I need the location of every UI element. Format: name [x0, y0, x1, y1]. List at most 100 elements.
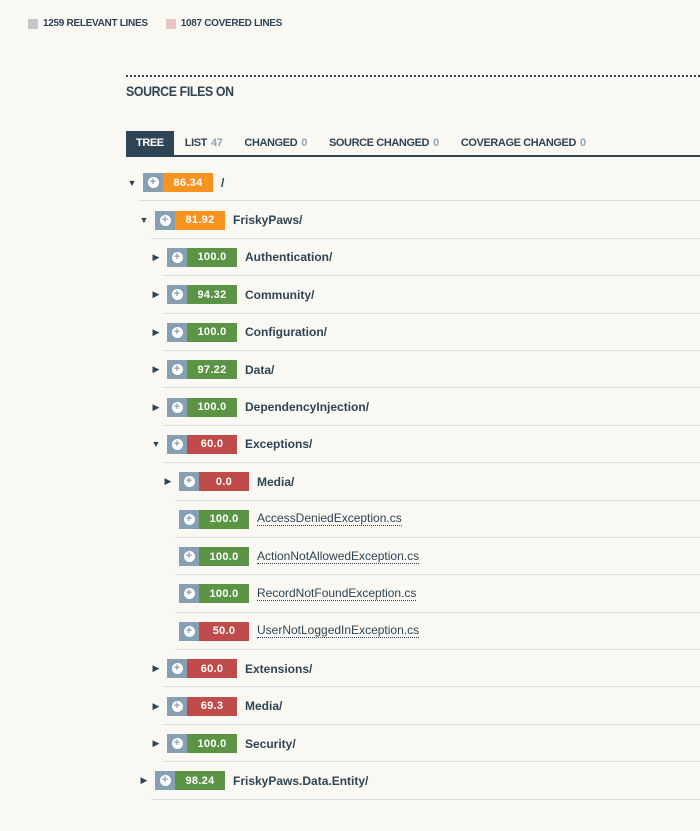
- tab-changed[interactable]: CHANGED 0: [233, 131, 318, 155]
- coverage-percent: 86.34: [163, 173, 213, 193]
- tree-folder-row: ▶ +98.24 FriskyPaws.Data.Entity/: [0, 762, 700, 800]
- coverage-percent: 94.32: [187, 285, 237, 305]
- folder-name[interactable]: Media/: [245, 699, 282, 713]
- coverage-percent: 50.0: [199, 621, 249, 641]
- coverage-badge: +50.0: [179, 621, 249, 641]
- caret-right-icon[interactable]: ▶: [151, 289, 161, 300]
- caret-right-icon[interactable]: ▶: [151, 364, 161, 375]
- view-tabs: TREE LIST 47 CHANGED 0 SOURCE CHANGED 0 …: [126, 131, 700, 157]
- tab-tree[interactable]: TREE: [126, 131, 174, 155]
- coverage-badge: +100.0: [167, 734, 237, 754]
- folder-name[interactable]: Media/: [257, 475, 294, 489]
- tab-source-changed[interactable]: SOURCE CHANGED 0: [318, 131, 450, 155]
- coverage-percent: 0.0: [199, 472, 249, 492]
- folder-name[interactable]: FriskyPaws/: [233, 213, 302, 227]
- file-link[interactable]: ActionNotAllowedException.cs: [257, 549, 420, 564]
- expand-button[interactable]: +: [167, 322, 187, 342]
- tree-folder-row: ▶ +0.0 Media/: [0, 463, 700, 501]
- expand-button[interactable]: +: [179, 547, 199, 567]
- file-link[interactable]: RecordNotFoundException.cs: [257, 586, 417, 601]
- tab-count: 0: [301, 137, 307, 149]
- tree-folder-row: ▶ +100.0 Configuration/: [0, 314, 700, 351]
- caret-right-icon[interactable]: ▶: [151, 252, 161, 263]
- coverage-badge: +100.0: [179, 509, 249, 529]
- source-tree: ▼ +86.34 / ▼ +81.92 FriskyPaws/ ▶ +100.0 Authent…: [0, 164, 700, 800]
- folder-name[interactable]: Extensions/: [245, 662, 312, 676]
- folder-name[interactable]: Security/: [245, 737, 296, 751]
- file-link[interactable]: UserNotLoggedInException.cs: [257, 624, 420, 639]
- tab-label: LIST: [184, 137, 208, 149]
- caret-down-icon[interactable]: ▼: [151, 439, 161, 449]
- plus-circle-icon: +: [159, 775, 171, 787]
- coverage-badge: +100.0: [167, 322, 237, 342]
- expand-button[interactable]: +: [167, 285, 187, 305]
- folder-name[interactable]: DependencyInjection/: [245, 400, 369, 414]
- coverage-percent: 81.92: [175, 210, 225, 230]
- tree-folder-row: ▶ +69.3 Media/: [0, 687, 700, 725]
- file-link[interactable]: AccessDeniedException.cs: [257, 512, 402, 527]
- folder-name[interactable]: Community/: [245, 288, 314, 302]
- legend-relevant-lines: 1259 RELEVANT LINES: [28, 18, 148, 29]
- caret-right-icon[interactable]: ▶: [151, 327, 161, 338]
- expand-button[interactable]: +: [167, 659, 187, 679]
- expand-button[interactable]: +: [167, 434, 187, 454]
- legend-swatch-relevant: [28, 18, 38, 29]
- coverage-percent: 100.0: [187, 322, 237, 342]
- folder-name[interactable]: Configuration/: [245, 325, 327, 339]
- tab-count: 47: [210, 137, 223, 149]
- expand-button[interactable]: +: [179, 584, 199, 604]
- tree-folder-row: ▶ +94.32 Community/: [0, 276, 700, 314]
- tab-coverage-changed[interactable]: COVERAGE CHANGED 0: [450, 131, 597, 155]
- expand-button[interactable]: +: [155, 210, 175, 230]
- folder-name[interactable]: Exceptions/: [245, 437, 312, 451]
- section-title: SOURCE FILES ON: [126, 83, 234, 99]
- plus-circle-icon: +: [147, 177, 159, 189]
- expand-button[interactable]: +: [167, 360, 187, 380]
- plus-circle-icon: +: [171, 700, 183, 712]
- folder-name[interactable]: Data/: [245, 363, 274, 377]
- coverage-percent: 100.0: [187, 247, 237, 267]
- plus-circle-icon: +: [171, 364, 183, 376]
- tree-folder-row: ▶ +100.0 DependencyInjection/: [0, 388, 700, 426]
- expand-button[interactable]: +: [167, 247, 187, 267]
- expand-button[interactable]: +: [167, 696, 187, 716]
- tree-folder-row: ▶ +60.0 Extensions/: [0, 650, 700, 688]
- caret-right-icon[interactable]: ▶: [151, 402, 161, 413]
- caret-right-icon[interactable]: ▶: [151, 663, 161, 674]
- coverage-percent: 60.0: [187, 659, 237, 679]
- caret-right-icon[interactable]: ▶: [151, 738, 161, 749]
- caret-right-icon[interactable]: ▶: [163, 476, 173, 487]
- plus-circle-icon: +: [171, 401, 183, 413]
- coverage-badge: +0.0: [179, 472, 249, 492]
- expand-button[interactable]: +: [143, 173, 163, 193]
- expand-button[interactable]: +: [167, 397, 187, 417]
- expand-button[interactable]: +: [155, 771, 175, 791]
- folder-name[interactable]: FriskyPaws.Data.Entity/: [233, 774, 368, 788]
- expand-button[interactable]: +: [179, 472, 199, 492]
- tab-count: 0: [433, 137, 439, 149]
- plus-circle-icon: +: [183, 476, 195, 488]
- coverage-badge: +100.0: [179, 547, 249, 567]
- plus-circle-icon: +: [183, 551, 195, 563]
- caret-down-icon[interactable]: ▼: [139, 215, 149, 225]
- plus-circle-icon: +: [171, 251, 183, 263]
- expand-button[interactable]: +: [167, 734, 187, 754]
- tab-label: TREE: [136, 137, 164, 149]
- legend-covered-lines: 1087 COVERED LINES: [165, 18, 282, 29]
- tab-list[interactable]: LIST 47: [174, 131, 234, 155]
- tab-label: SOURCE CHANGED: [328, 137, 430, 149]
- coverage-badge: +100.0: [167, 397, 237, 417]
- caret-right-icon[interactable]: ▶: [139, 775, 149, 786]
- coverage-badge: +100.0: [167, 247, 237, 267]
- folder-name[interactable]: /: [221, 176, 224, 190]
- folder-name[interactable]: Authentication/: [245, 250, 332, 264]
- plus-circle-icon: +: [183, 513, 195, 525]
- tree-file-row: +100.0 AccessDeniedException.cs: [0, 501, 700, 538]
- caret-down-icon[interactable]: ▼: [127, 178, 137, 188]
- caret-right-icon[interactable]: ▶: [151, 701, 161, 712]
- coverage-percent: 100.0: [187, 734, 237, 754]
- expand-button[interactable]: +: [179, 509, 199, 529]
- expand-button[interactable]: +: [179, 621, 199, 641]
- coverage-percent: 60.0: [187, 434, 237, 454]
- tree-file-row: +50.0 UserNotLoggedInException.cs: [0, 613, 700, 651]
